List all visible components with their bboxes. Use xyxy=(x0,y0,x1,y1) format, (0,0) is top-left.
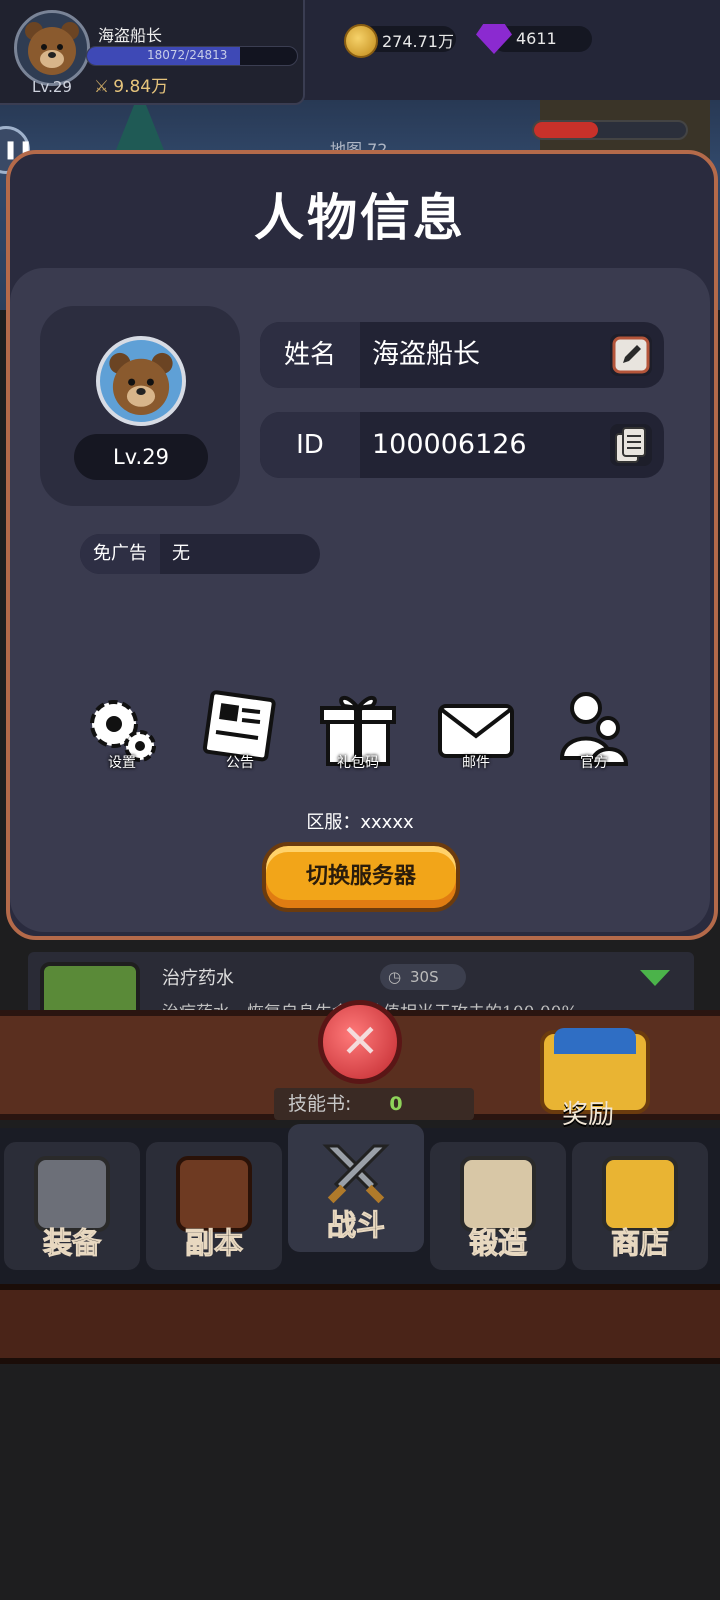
gift-code-button[interactable]: 礼包码 xyxy=(316,688,400,772)
skill-timer-value: 30S xyxy=(410,968,439,986)
bear-avatar-icon xyxy=(109,352,173,415)
reward-label: 奖励 xyxy=(562,1100,615,1130)
skill-book-label: 技能书: xyxy=(288,1093,352,1115)
crossed-swords-icon: ⚔ xyxy=(94,77,110,97)
xp-text: 18072/24813 xyxy=(147,48,228,62)
power-readout: ⚔ 9.84万 xyxy=(94,72,168,97)
id-field: ID 100006126 xyxy=(260,412,664,478)
player-name: 海盗船长 xyxy=(98,26,163,45)
edit-name-button[interactable] xyxy=(610,334,652,376)
nav-dungeon[interactable]: 副本 xyxy=(146,1142,282,1270)
nav-equipment-label: 装备 xyxy=(42,1226,101,1261)
copy-id-button[interactable] xyxy=(610,424,652,466)
id-label: ID xyxy=(260,412,360,478)
gift-code-label: 礼包码 xyxy=(337,755,379,771)
id-value: 100006126 xyxy=(372,429,527,460)
ad-free-value: 无 xyxy=(172,543,190,564)
copy-icon xyxy=(615,427,646,463)
gem-amount: 4611 xyxy=(516,29,557,48)
announcement-button[interactable]: 公告 xyxy=(198,688,282,772)
hp-fill xyxy=(534,122,598,138)
switch-server-label: 切换服务器 xyxy=(305,864,416,889)
official-button[interactable]: 官方 xyxy=(552,688,636,772)
coin-icon xyxy=(344,24,378,58)
edit-icon xyxy=(612,336,650,374)
ad-free-status: 免广告 无 xyxy=(80,534,320,574)
settings-button[interactable]: 设置 xyxy=(80,688,164,772)
nav-equipment[interactable]: 装备 xyxy=(4,1142,140,1270)
skill-book-counter: 技能书: 0 xyxy=(274,1088,474,1120)
nav-shop[interactable]: 商店 xyxy=(572,1142,708,1270)
name-value: 海盗船长 xyxy=(372,339,480,370)
bottom-empty-area xyxy=(0,1364,720,1600)
bear-avatar-icon xyxy=(25,22,79,75)
avatar-level-badge: Lv.29 xyxy=(74,434,208,480)
close-icon: ✕ xyxy=(340,1014,380,1068)
name-field: 姓名 海盗船长 xyxy=(260,322,664,388)
nav-battle-label: 战斗 xyxy=(326,1208,385,1243)
official-label: 官方 xyxy=(580,755,608,771)
mail-button[interactable]: 邮件 xyxy=(434,688,518,772)
nav-shop-label: 商店 xyxy=(610,1226,669,1261)
settings-label: 设置 xyxy=(108,755,136,771)
mail-label: 邮件 xyxy=(462,755,490,771)
skill-book-count: 0 xyxy=(389,1093,403,1115)
character-avatar[interactable] xyxy=(96,336,186,426)
server-info: 区服：xxxxx xyxy=(306,812,414,833)
skill-name: 治疗药水 xyxy=(162,968,234,989)
nav-forge[interactable]: 锻造 xyxy=(430,1142,566,1270)
wood-panel-bottom xyxy=(0,1284,720,1364)
announcement-label: 公告 xyxy=(226,755,254,771)
coin-amount: 274.71万 xyxy=(382,32,454,51)
name-label: 姓名 xyxy=(260,322,360,388)
close-modal-button[interactable]: ✕ xyxy=(318,1000,402,1084)
player-avatar[interactable] xyxy=(14,10,90,86)
skill-timer: ◷ 30S xyxy=(380,964,466,990)
clock-icon: ◷ xyxy=(388,968,402,986)
xp-bar: 18072/24813 xyxy=(86,46,298,66)
power-value: 9.84万 xyxy=(113,77,169,97)
switch-server-button[interactable]: 切换服务器 xyxy=(262,842,460,912)
expand-arrow-icon[interactable] xyxy=(640,970,670,986)
nav-forge-label: 锻造 xyxy=(468,1226,527,1261)
enemy-hp-bar xyxy=(532,120,688,140)
ad-free-label: 免广告 xyxy=(80,534,160,574)
nav-dungeon-label: 副本 xyxy=(184,1226,243,1261)
nav-battle[interactable]: 战斗 xyxy=(288,1124,424,1252)
modal-title: 人物信息 xyxy=(254,189,466,247)
player-level: Lv.29 xyxy=(32,78,72,96)
